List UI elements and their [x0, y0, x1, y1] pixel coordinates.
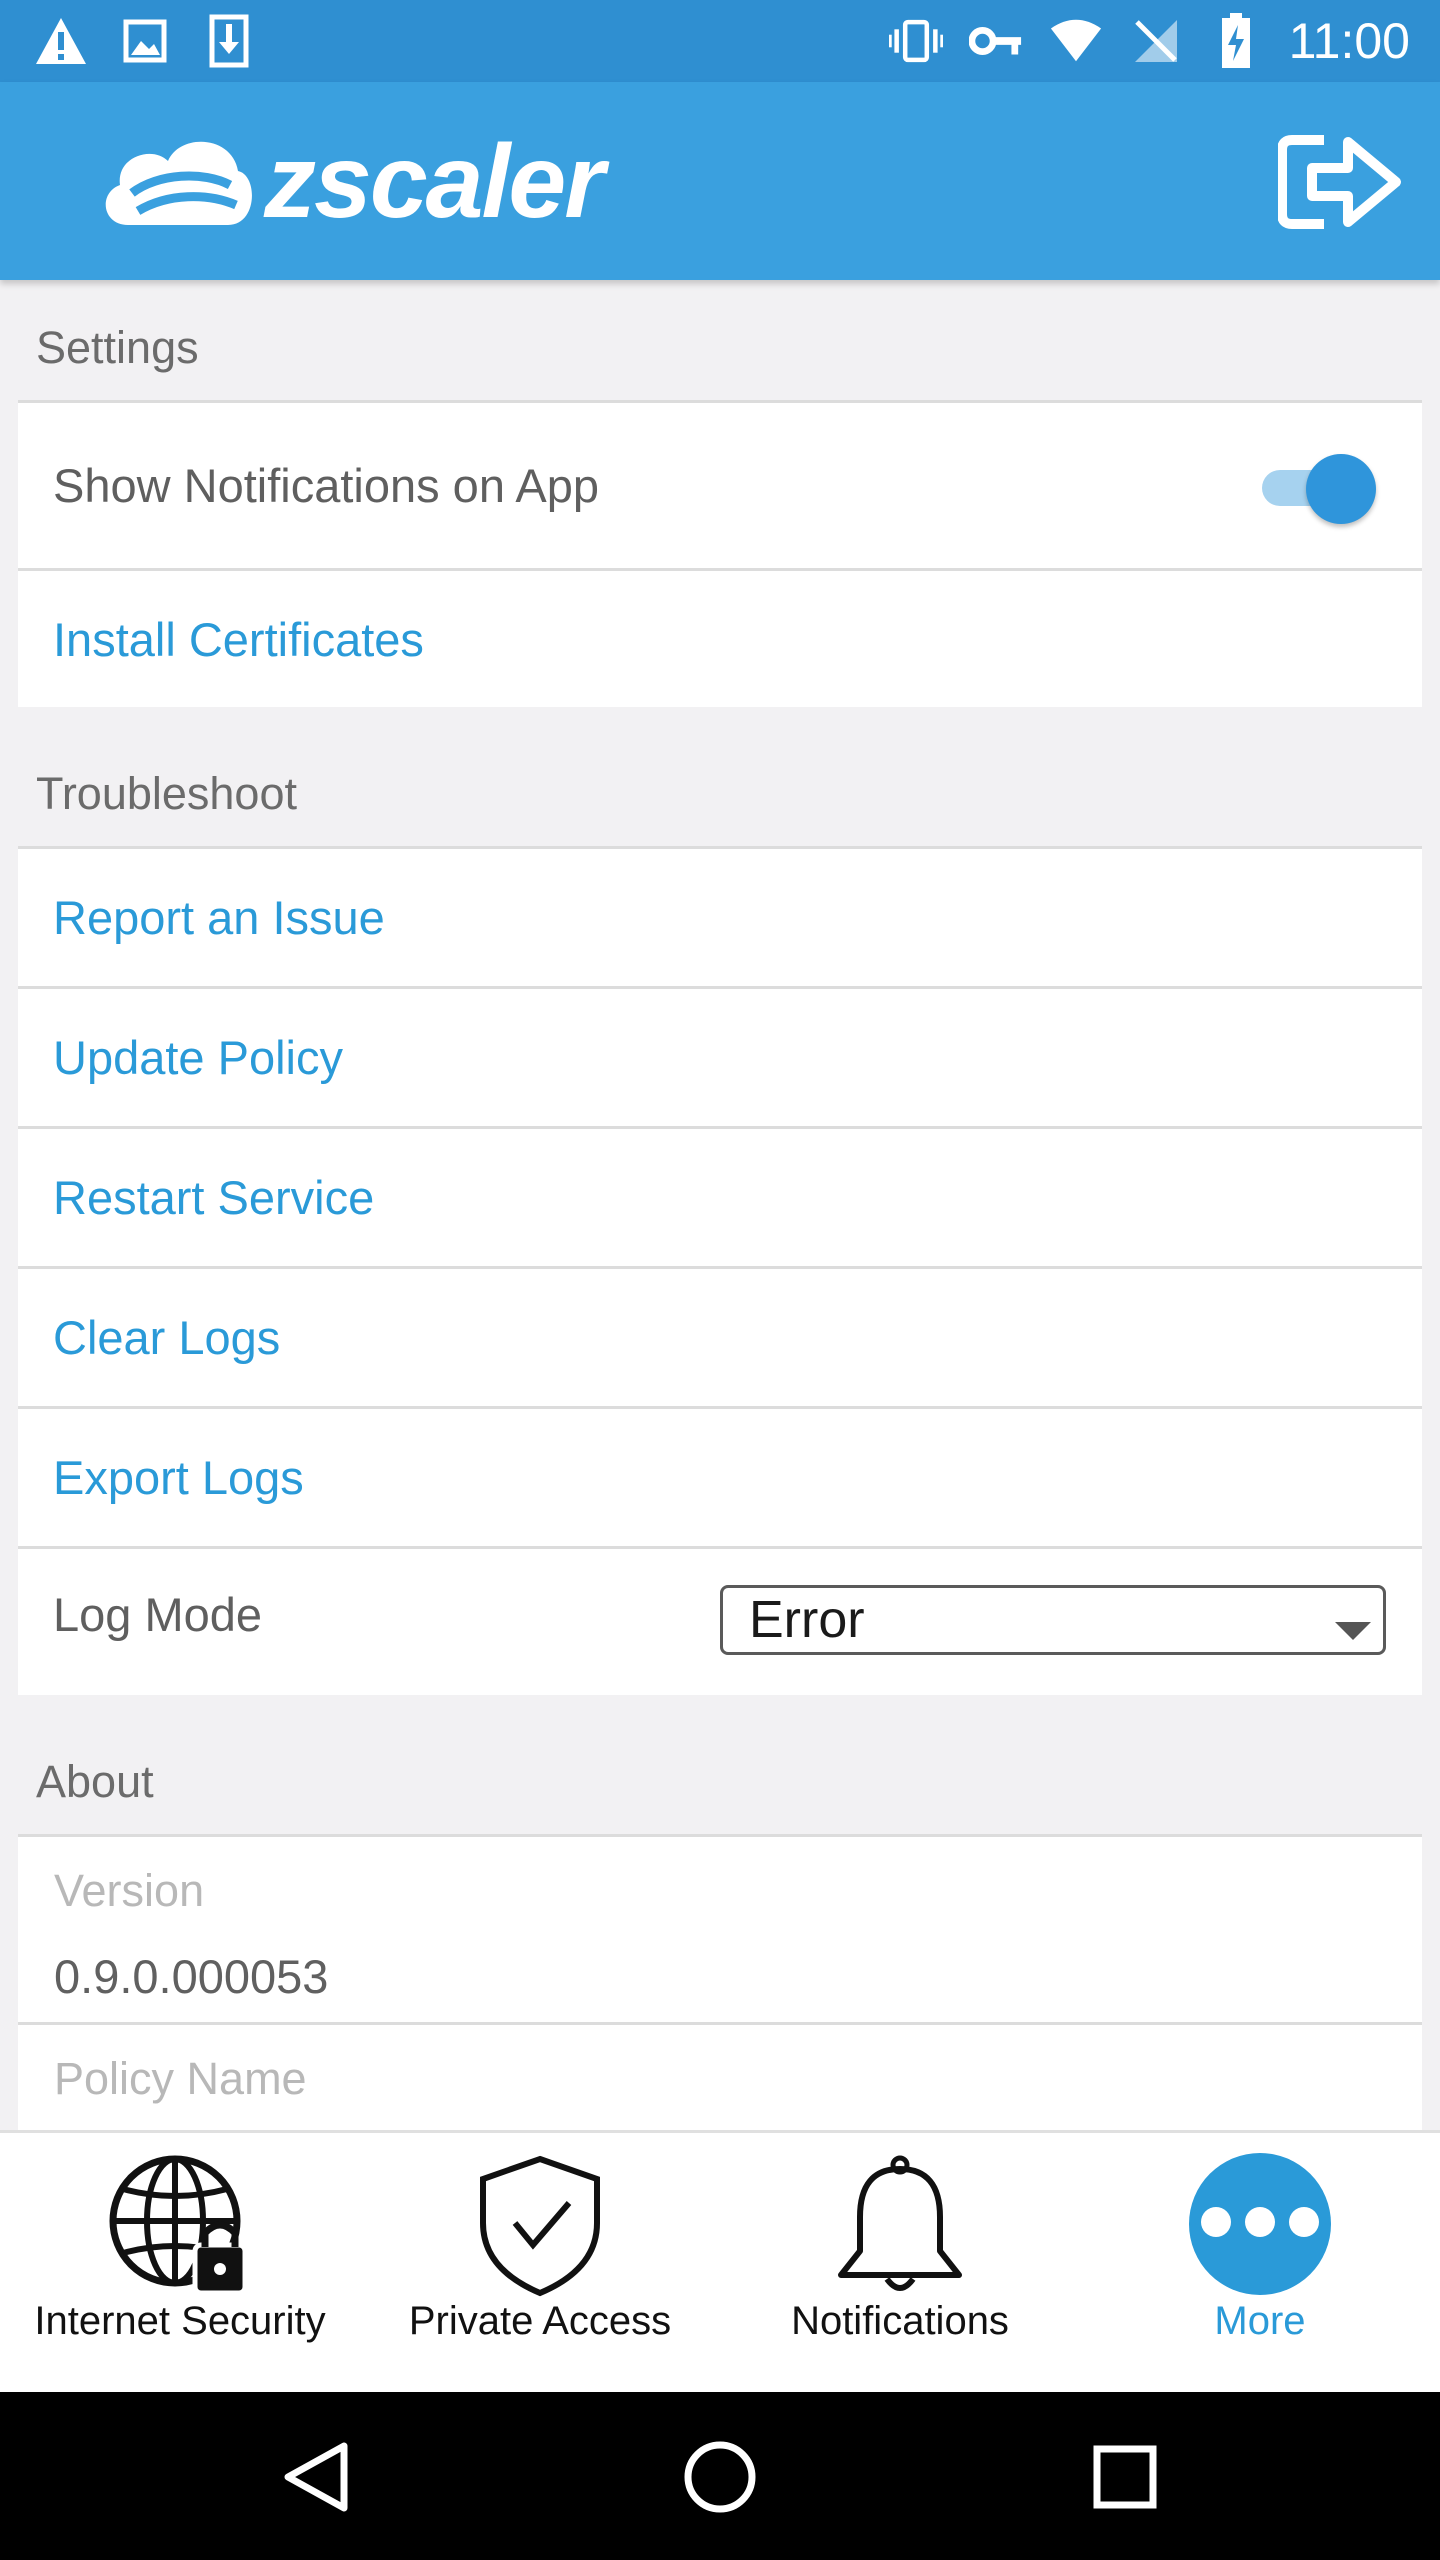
clear-logs-row[interactable]: Clear Logs — [18, 1269, 1422, 1409]
version-value: 0.9.0.000053 — [54, 1950, 329, 2003]
clear-logs-link[interactable]: Clear Logs — [53, 1310, 280, 1365]
more-icon — [1189, 2153, 1331, 2295]
report-issue-link[interactable]: Report an Issue — [53, 890, 385, 945]
home-circle-icon — [684, 2441, 756, 2513]
nav-private-access[interactable]: Private Access — [360, 2133, 720, 2395]
settings-header: Settings — [36, 322, 199, 373]
troubleshoot-header: Troubleshoot — [36, 768, 297, 819]
logout-icon — [1277, 135, 1401, 229]
system-navigation-bar — [0, 2392, 1440, 2560]
update-policy-row[interactable]: Update Policy — [18, 989, 1422, 1129]
about-header: About — [36, 1756, 154, 1807]
bell-icon — [838, 2155, 962, 2291]
show-notifications-toggle[interactable] — [1256, 448, 1376, 524]
update-policy-link[interactable]: Update Policy — [53, 1030, 343, 1085]
no-signal-icon — [1129, 14, 1183, 68]
download-icon — [202, 14, 256, 68]
wifi-icon — [1049, 14, 1103, 68]
nav-more-label: More — [1214, 2299, 1306, 2343]
install-certificates-row[interactable]: Install Certificates — [18, 571, 1422, 707]
version-row: Version 0.9.0.000053 — [18, 1837, 1422, 2025]
home-button[interactable] — [675, 2432, 765, 2522]
log-mode-value: Error — [749, 1591, 865, 1649]
troubleshoot-card: Report an Issue Update Policy Restart Se… — [18, 846, 1422, 1695]
nav-notifications[interactable]: Notifications — [720, 2133, 1080, 2395]
policy-name-row: Policy Name — [18, 2025, 1422, 2130]
log-mode-row: Log Mode Error — [18, 1549, 1422, 1695]
nav-internet-security-label: Internet Security — [34, 2299, 326, 2343]
restart-service-link[interactable]: Restart Service — [53, 1170, 374, 1225]
bottom-navigation: Internet Security Private Access Notific… — [0, 2130, 1440, 2395]
cloud-logo-icon — [105, 141, 252, 225]
vpn-key-icon — [968, 14, 1023, 68]
version-label: Version — [54, 1865, 205, 1916]
show-notifications-row: Show Notifications on App — [18, 403, 1422, 571]
more-content: Settings Show Notifications on App Insta… — [0, 280, 1440, 2130]
install-certificates-link[interactable]: Install Certificates — [53, 612, 424, 667]
log-mode-select[interactable]: Error — [720, 1585, 1386, 1655]
log-mode-label: Log Mode — [53, 1588, 263, 1641]
dropdown-arrow-icon — [1335, 1622, 1371, 1640]
back-button[interactable] — [272, 2432, 362, 2522]
export-logs-row[interactable]: Export Logs — [18, 1409, 1422, 1549]
recents-square-icon — [1093, 2445, 1157, 2509]
logout-button[interactable] — [1277, 132, 1402, 232]
zscaler-logo: zscaler — [98, 122, 605, 242]
status-bar: 11:00 — [0, 0, 1440, 82]
report-issue-row[interactable]: Report an Issue — [18, 849, 1422, 989]
clock: 11:00 — [1288, 13, 1410, 69]
app-bar: zscaler — [0, 82, 1440, 280]
image-icon — [118, 14, 172, 68]
globe-lock-icon — [109, 2155, 248, 2296]
nav-more[interactable]: More — [1080, 2133, 1440, 2395]
about-card: Version 0.9.0.000053 Policy Name — [18, 1834, 1422, 2130]
battery-charging-icon — [1209, 13, 1263, 68]
export-logs-link[interactable]: Export Logs — [53, 1450, 304, 1505]
nav-notifications-label: Notifications — [791, 2299, 1009, 2343]
nav-private-access-label: Private Access — [408, 2299, 672, 2343]
warning-icon — [34, 14, 88, 68]
policy-name-label: Policy Name — [54, 2053, 307, 2104]
back-triangle-icon — [284, 2442, 348, 2512]
nav-internet-security[interactable]: Internet Security — [0, 2133, 360, 2395]
shield-check-icon — [480, 2155, 600, 2297]
show-notifications-label: Show Notifications on App — [53, 459, 600, 512]
recents-button[interactable] — [1080, 2432, 1170, 2522]
logo-text: zscaler — [264, 123, 605, 240]
settings-card: Show Notifications on App Install Certif… — [18, 400, 1422, 707]
vibrate-icon — [888, 14, 943, 68]
restart-service-row[interactable]: Restart Service — [18, 1129, 1422, 1269]
